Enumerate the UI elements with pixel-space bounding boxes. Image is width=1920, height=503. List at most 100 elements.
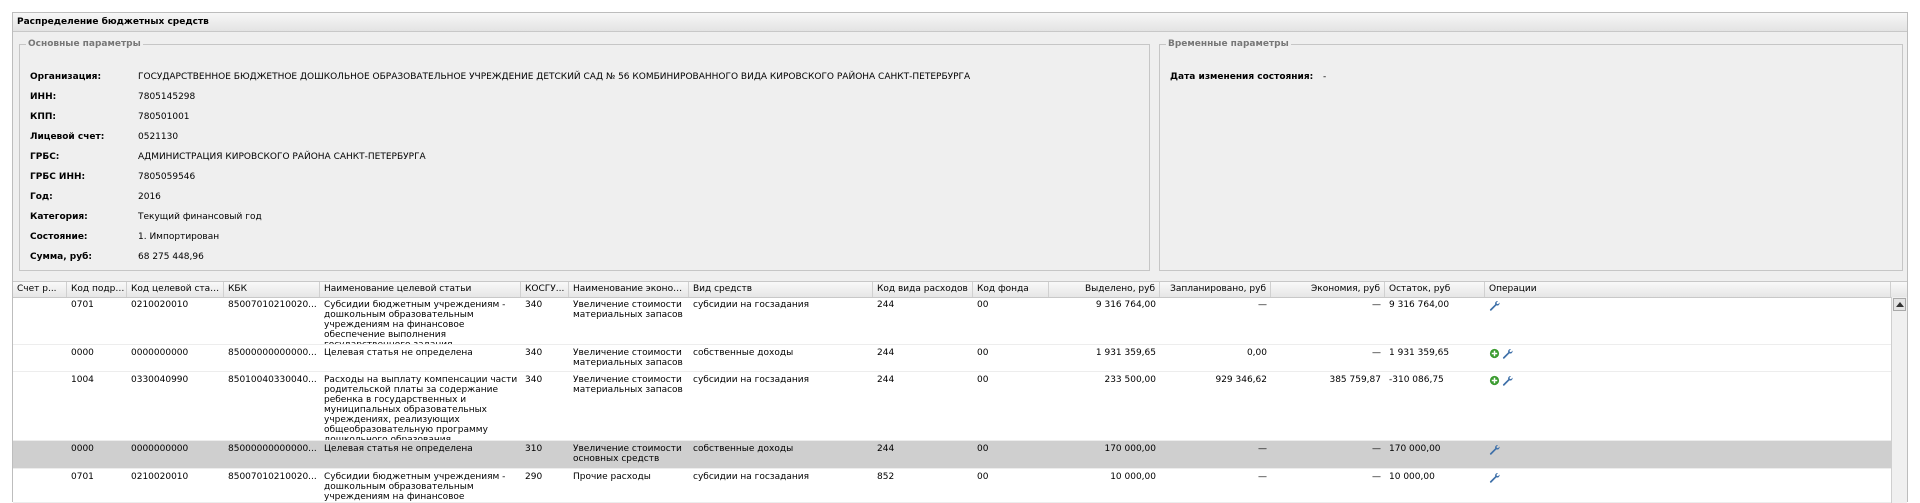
table-cell: 9 316 764,00 [1389,300,1450,310]
table-cell: 0000000000 [131,348,189,358]
table-cell: 290 [525,472,543,482]
table-row[interactable]: 0701 0210020010 85007010210020... Субсидии … [13,469,1891,503]
column-header[interactable]: Выделено, руб [1049,282,1160,297]
table-cell: Увеличение стоимости основных средств [573,444,682,464]
table-cell: Прочие расходы [573,472,651,482]
grid-body: 0701 0210020010 85007010210020... Субсидии … [13,297,1891,503]
table-cell: — [1258,472,1267,482]
table-cell: Целевая статья не определена [324,444,473,454]
main-param-value: 7805145298 [138,92,196,102]
table-cell: 1 931 359,65 [1095,348,1156,358]
table-cell: 0000 [71,444,94,454]
wrench-icon[interactable] [1489,300,1500,311]
main-params-legend: Основные параметры [28,39,141,49]
main-param-value: 68 275 448,96 [138,252,204,262]
table-cell: — [1258,300,1267,310]
column-header[interactable]: КОСГУ... [521,282,569,297]
column-header[interactable]: Наименование целевой статьи [320,282,521,297]
table-cell: 852 [877,472,895,482]
main-param-label: Организация: [30,72,102,82]
time-params-legend: Временные параметры [1168,39,1289,49]
table-cell: собственные доходы [693,444,794,454]
main-param-value: АДМИНИСТРАЦИЯ КИРОВСКОГО РАЙОНА САНКТ-ПЕ… [138,152,426,162]
table-cell: Расходы на выплату компенсации части род… [324,375,518,440]
table-cell: — [1372,472,1381,482]
column-header[interactable]: Запланировано, руб [1160,282,1271,297]
table-cell: 00 [977,472,989,482]
column-header[interactable]: КБК [224,282,320,297]
vertical-scrollbar[interactable] [1891,297,1907,503]
main-param-label: Состояние: [30,232,88,242]
wrench-icon[interactable] [1502,348,1513,359]
main-param-label: Сумма, руб: [30,252,93,262]
table-cell: — [1372,444,1381,454]
table-cell: 1 931 359,65 [1389,348,1450,358]
table-cell: 0701 [71,300,94,310]
table-cell: Субсидии бюджетным учреждениям - дошколь… [324,300,506,344]
budget-distribution-panel: Распределение бюджетных средств Основные… [12,12,1908,503]
operations-cell [1485,472,1605,483]
table-cell: 340 [525,300,543,310]
main-param-label: Категория: [30,212,88,222]
wrench-icon[interactable] [1489,472,1500,483]
main-param-label: КПП: [30,112,57,122]
table-cell: 00 [977,375,989,385]
table-row[interactable]: 0000 0000000000 85000000000000... Целевая с… [13,345,1891,372]
main-param-label: ГРБС ИНН: [30,172,86,182]
column-header[interactable]: Остаток, руб [1385,282,1485,297]
table-cell: 170 000,00 [1389,444,1441,454]
table-cell: 244 [877,300,895,310]
column-header[interactable]: Операции [1485,282,1891,297]
table-cell: 340 [525,348,543,358]
table-cell: 170 000,00 [1104,444,1156,454]
table-row[interactable]: 1004 0330040990 85010040330040... Расходы н… [13,372,1891,441]
table-cell: 340 [525,375,543,385]
table-cell: субсидии на госзадания [693,300,810,310]
table-row[interactable]: 0000 0000000000 85000000000000... Целевая с… [13,441,1891,469]
column-header[interactable]: Вид средств [689,282,873,297]
table-cell: 0,00 [1246,348,1267,358]
time-params-fieldset: Временные параметры Дата изменения состо… [1159,39,1903,271]
add-icon[interactable] [1489,375,1500,386]
table-cell: 85000000000000... [228,348,317,358]
table-cell: субсидии на госзадания [693,375,810,385]
table-cell: 85000000000000... [228,444,317,454]
column-header[interactable]: Код подра... [67,282,127,297]
column-header[interactable]: Код вида расходов [873,282,973,297]
wrench-icon[interactable] [1502,375,1513,386]
main-param-value: 1. Импортирован [138,232,220,242]
operations-cell [1485,375,1605,386]
table-cell: 85010040330040... [228,375,317,385]
table-cell: 244 [877,348,895,358]
main-param-label: Лицевой счет: [30,132,105,142]
table-cell: 00 [977,348,989,358]
table-cell: Целевая статья не определена [324,348,473,358]
time-param-label: Дата изменения состояния: [1170,72,1314,82]
column-header[interactable]: Код целевой статьи [127,282,224,297]
table-cell: 0701 [71,472,94,482]
main-param-value: 2016 [138,192,161,202]
table-row[interactable]: 0701 0210020010 85007010210020... Субсидии … [13,297,1891,345]
table-cell: 929 346,62 [1215,375,1267,385]
main-param-label: Год: [30,192,53,202]
column-header[interactable]: Экономия, руб [1271,282,1385,297]
table-cell: собственные доходы [693,348,794,358]
time-param-value: - [1323,72,1327,82]
operations-cell [1485,300,1605,311]
table-cell: 10 000,00 [1389,472,1435,482]
table-cell: 10 000,00 [1110,472,1156,482]
table-cell: 85007010210020... [228,472,317,482]
add-icon[interactable] [1489,348,1500,359]
table-cell: 0210020010 [131,472,189,482]
table-cell: субсидии на госзадания [693,472,810,482]
column-header[interactable]: Код фонда [973,282,1049,297]
wrench-icon[interactable] [1489,444,1500,455]
column-header[interactable]: Счет р... [13,282,67,297]
main-param-value: ГОСУДАРСТВЕННОЕ БЮДЖЕТНОЕ ДОШКОЛЬНОЕ ОБР… [138,72,971,82]
table-cell: 244 [877,444,895,454]
budget-grid: Счет р... Код подра... Код целевой статьи К… [13,281,1907,503]
column-header[interactable]: Наименование экономической ... [569,282,689,297]
scroll-up-arrow-icon[interactable] [1893,298,1906,311]
table-cell: 9 316 764,00 [1095,300,1156,310]
table-cell: — [1372,348,1381,358]
